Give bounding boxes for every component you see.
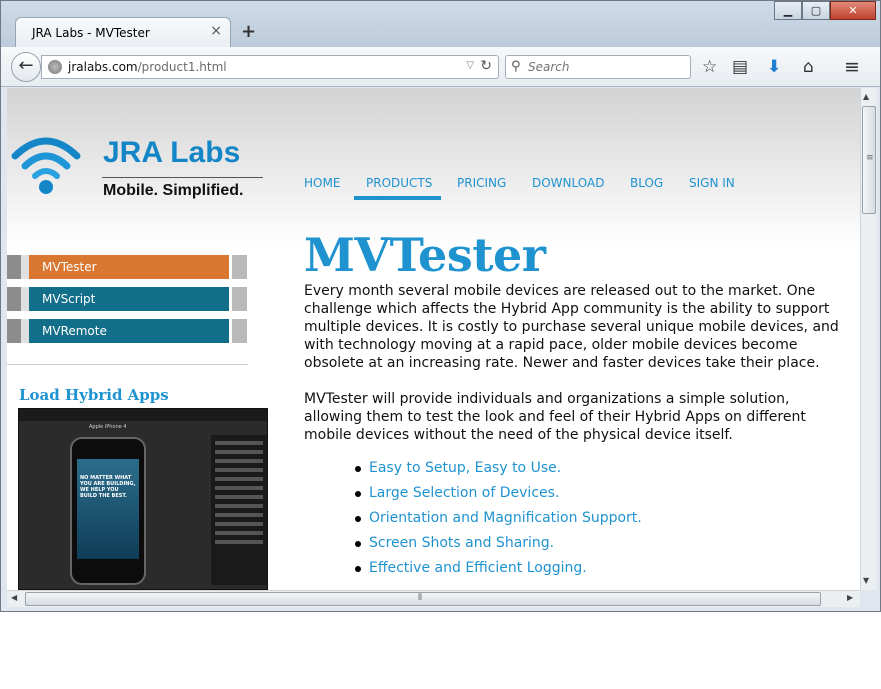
sidebar-item-mvscript[interactable]: MVScript [7,287,247,311]
minimize-icon[interactable]: ▁ [774,1,802,20]
horizontal-scrollbar[interactable]: ◀ ⦀ ▶ [7,590,860,607]
scroll-up-icon[interactable]: ▲ [863,92,869,101]
vertical-scroll-thumb[interactable]: ≡ [862,106,876,214]
nav-active-underline [354,196,441,200]
grip-icon: ⦀ [418,593,422,603]
device-panel [211,435,267,585]
nav-products[interactable]: PRODUCTS [366,176,432,190]
grip-icon: ≡ [866,153,874,163]
list-item: Screen Shots and Sharing. [355,535,642,560]
url-host: jralabs.com [68,60,138,74]
browser-window: JRA Labs - MVTester × + ▁ ▢ ✕ ← jralabs.… [0,0,881,612]
navigation-toolbar: ← jralabs.com/product1.html ▽ ↻ ⚲ ☆ ▤ ⬇ … [1,47,880,87]
reload-icon[interactable]: ↻ [480,58,492,74]
sidebar-item-mvremote[interactable]: MVRemote [7,319,247,343]
bookmark-star-icon[interactable]: ☆ [702,57,717,77]
sidebar-item-label: MVRemote [29,319,229,343]
sidebar-divider [7,364,248,365]
search-box[interactable]: ⚲ [505,55,691,79]
download-arrow-icon[interactable]: ⬇ [767,57,781,77]
phone-image: NO MATTER WHAT YOU ARE BUILDING, WE HELP… [70,437,146,585]
scroll-down-icon[interactable]: ▼ [863,576,869,585]
nav-home[interactable]: HOME [304,176,340,190]
url-text[interactable]: jralabs.com/product1.html [68,60,227,74]
page-viewport: JRA Labs Mobile. Simplified. HOME PRODUC… [7,88,860,590]
nav-pricing[interactable]: PRICING [457,176,506,190]
load-hybrid-apps-title: Load Hybrid Apps [19,386,169,404]
summary-paragraph: MVTester will provide individuals and or… [304,391,806,443]
screenshot-device-label: Apple iPhone 4 [89,424,127,430]
logo-name[interactable]: JRA Labs [103,136,240,170]
home-icon[interactable]: ⌂ [803,57,814,77]
nav-sign-in[interactable]: SIGN IN [689,176,735,190]
search-icon: ⚲ [511,59,521,74]
list-item: Effective and Efficient Logging. [355,560,642,585]
sidebar-item-label: MVScript [29,287,229,311]
window-controls: ▁ ▢ ✕ [774,1,876,21]
vertical-scrollbar[interactable]: ▲ ≡ ▼ [860,88,877,590]
maximize-icon[interactable]: ▢ [802,1,830,20]
wifi-logo-icon [11,137,81,194]
scroll-right-icon[interactable]: ▶ [847,593,853,602]
tab-close-icon[interactable]: × [210,23,222,39]
search-input[interactable] [528,59,686,75]
tab-title: JRA Labs - MVTester [32,26,150,40]
close-window-icon[interactable]: ✕ [830,1,876,20]
list-item: Orientation and Magnification Support. [355,510,642,535]
nav-blog[interactable]: BLOG [630,176,663,190]
new-tab-icon[interactable]: + [241,21,256,42]
app-screenshot: Apple iPhone 4 NO MATTER WHAT YOU ARE BU… [18,408,268,590]
tab-strip: JRA Labs - MVTester × + ▁ ▢ ✕ [1,1,880,48]
reading-list-icon[interactable]: ▤ [732,57,748,77]
globe-icon [48,60,62,74]
url-dropdown-icon[interactable]: ▽ [466,60,474,71]
logo-divider [102,177,263,178]
sidebar-item-mvtester[interactable]: MVTester [7,255,247,279]
list-item: Easy to Setup, Easy to Use. [355,460,642,485]
page-title: MVTester [304,228,546,282]
tab-active[interactable]: JRA Labs - MVTester × [15,17,231,48]
scroll-left-icon[interactable]: ◀ [11,593,17,602]
feature-list: Easy to Setup, Easy to Use. Large Select… [355,460,642,585]
url-bar[interactable]: jralabs.com/product1.html ▽ ↻ [41,55,499,79]
list-item: Large Selection of Devices. [355,485,642,510]
phone-screen-text: NO MATTER WHAT YOU ARE BUILDING, WE HELP… [80,475,136,499]
intro-paragraph: Every month several mobile devices are r… [304,283,839,371]
nav-download[interactable]: DOWNLOAD [532,176,604,190]
back-button[interactable]: ← [11,52,41,82]
sidebar-item-label: MVTester [29,255,229,279]
back-arrow-icon: ← [18,55,34,76]
url-path: /product1.html [137,60,227,74]
horizontal-scroll-thumb[interactable]: ⦀ [25,592,821,606]
logo-tagline: Mobile. Simplified. [103,182,244,199]
menu-icon[interactable]: ≡ [844,57,860,77]
